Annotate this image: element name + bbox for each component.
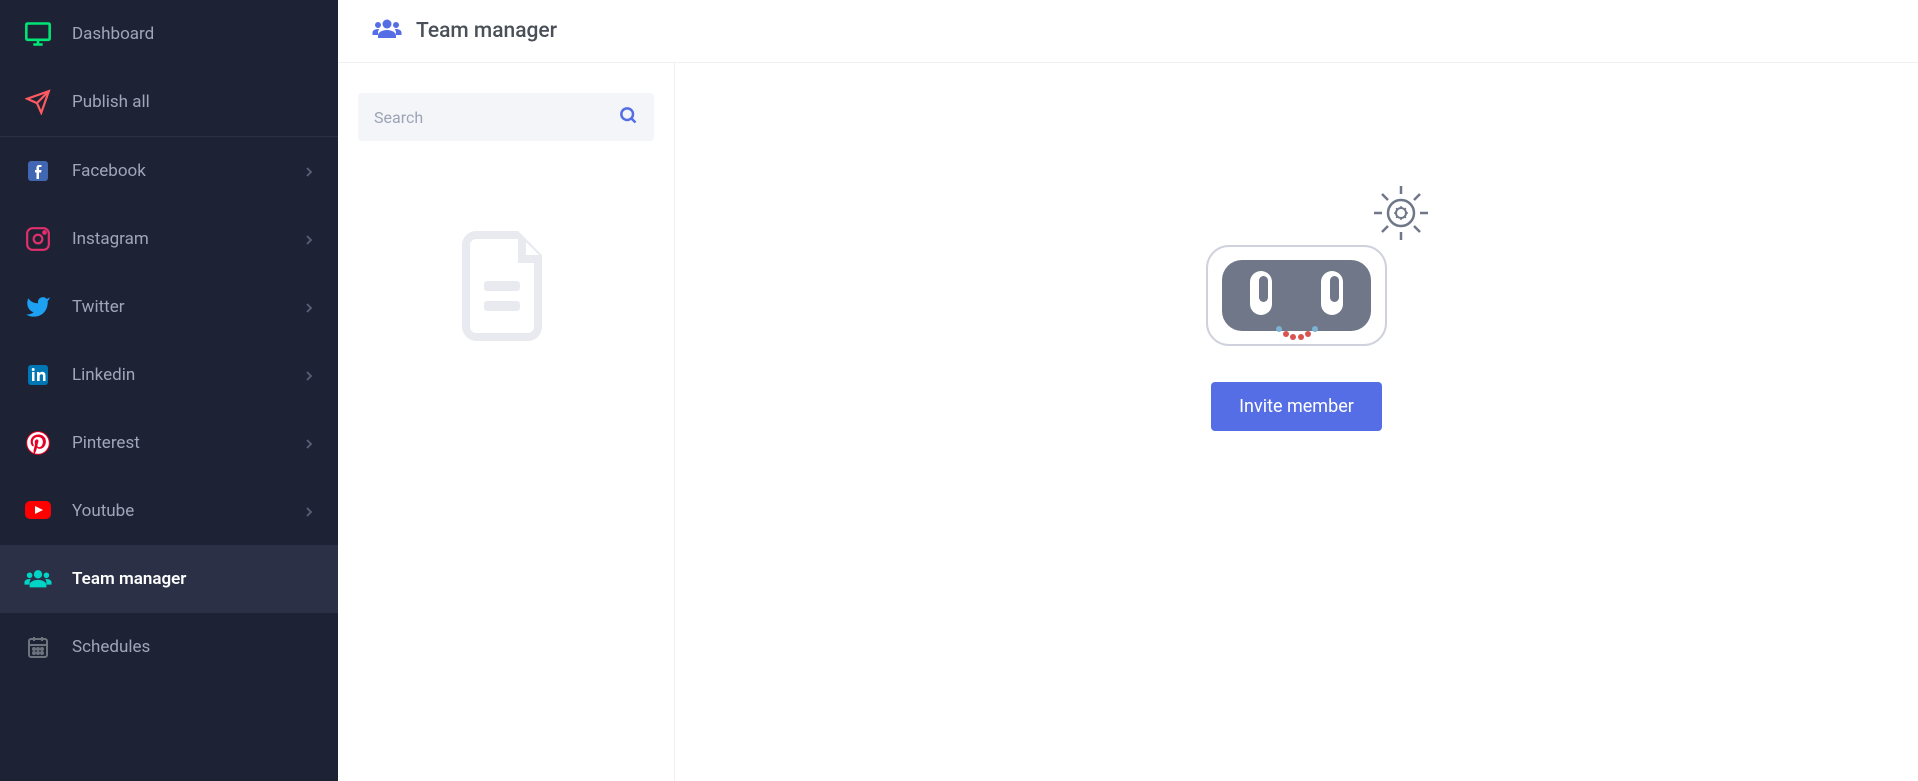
content-area: Invite member xyxy=(338,63,1918,781)
sidebar-item-pinterest[interactable]: Pinterest xyxy=(0,409,338,477)
sidebar-item-dashboard[interactable]: Dashboard xyxy=(0,0,338,68)
sidebar-item-instagram[interactable]: Instagram xyxy=(0,205,338,273)
sidebar-item-label: Instagram xyxy=(72,229,304,249)
robot-icon xyxy=(1204,243,1389,348)
sidebar-item-facebook[interactable]: Facebook xyxy=(0,137,338,205)
pinterest-icon xyxy=(24,429,52,457)
robot-illustration xyxy=(1204,243,1389,352)
chevron-right-icon xyxy=(304,502,314,521)
sidebar-item-label: Schedules xyxy=(72,637,314,657)
sidebar-item-label: Facebook xyxy=(72,161,304,181)
linkedin-icon xyxy=(24,361,52,389)
sidebar-item-youtube[interactable]: Youtube xyxy=(0,477,338,545)
chevron-right-icon xyxy=(304,366,314,385)
monitor-icon xyxy=(24,20,52,48)
page-title: Team manager xyxy=(416,19,557,43)
sidebar-item-schedules[interactable]: Schedules xyxy=(0,613,338,681)
sidebar: Dashboard Publish all Facebook Instagram… xyxy=(0,0,338,781)
sidebar-item-publish-all[interactable]: Publish all xyxy=(0,68,338,137)
facebook-icon xyxy=(24,157,52,185)
page-header: Team manager xyxy=(338,0,1918,63)
left-panel xyxy=(338,63,675,781)
users-icon xyxy=(24,565,52,593)
sidebar-item-linkedin[interactable]: Linkedin xyxy=(0,341,338,409)
youtube-icon xyxy=(24,497,52,525)
invite-member-button[interactable]: Invite member xyxy=(1211,382,1382,431)
sidebar-item-label: Publish all xyxy=(72,92,314,112)
chevron-right-icon xyxy=(304,162,314,181)
search-icon[interactable] xyxy=(618,105,638,129)
send-icon xyxy=(24,88,52,116)
sidebar-item-label: Linkedin xyxy=(72,365,304,385)
twitter-icon xyxy=(24,293,52,321)
chevron-right-icon xyxy=(304,434,314,453)
sidebar-item-label: Twitter xyxy=(72,297,304,317)
sidebar-item-twitter[interactable]: Twitter xyxy=(0,273,338,341)
sidebar-item-label: Youtube xyxy=(72,501,304,521)
main-content: Team manager xyxy=(338,0,1918,781)
sidebar-item-label: Dashboard xyxy=(72,24,314,44)
instagram-icon xyxy=(24,225,52,253)
users-icon xyxy=(372,18,402,44)
chevron-right-icon xyxy=(304,230,314,249)
sidebar-item-label: Pinterest xyxy=(72,433,304,453)
sidebar-item-team-manager[interactable]: Team manager xyxy=(0,545,338,613)
search-input[interactable] xyxy=(374,108,618,127)
calendar-icon xyxy=(24,633,52,661)
sidebar-item-label: Team manager xyxy=(72,569,314,589)
search-box xyxy=(358,93,654,141)
empty-file-icon xyxy=(358,231,654,341)
chevron-right-icon xyxy=(304,298,314,317)
right-panel: Invite member xyxy=(675,63,1918,781)
lightbulb-icon xyxy=(1371,183,1431,247)
